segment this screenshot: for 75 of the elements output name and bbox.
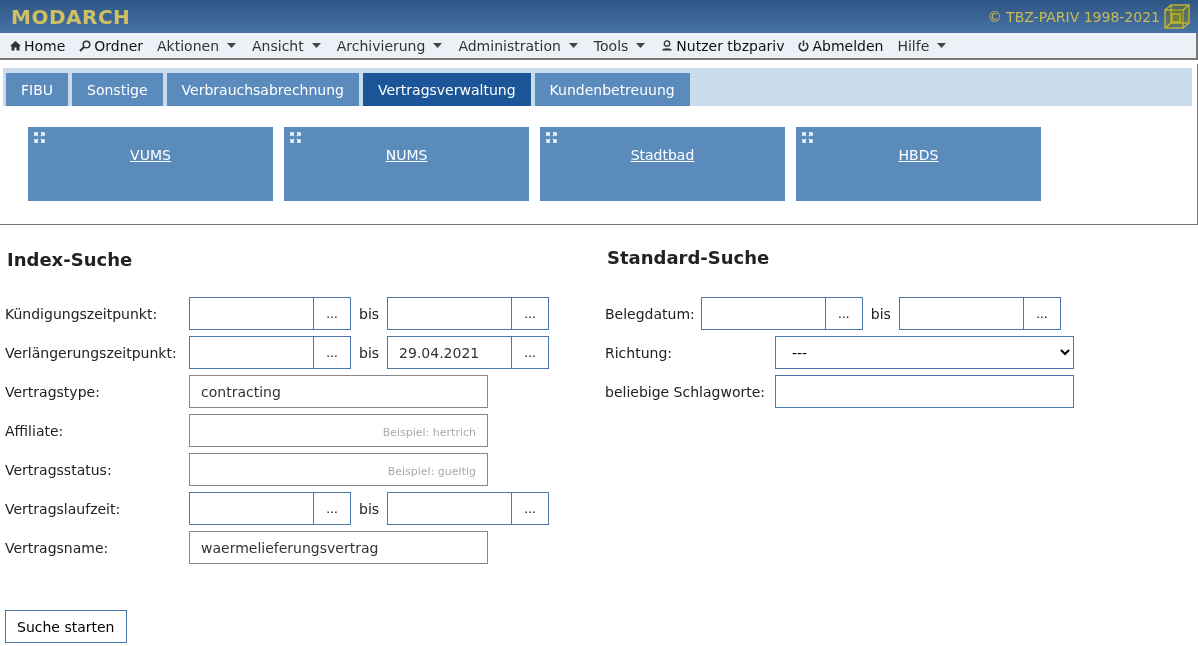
tab[interactable]: FIBU bbox=[6, 73, 69, 106]
input-field[interactable]: Beispiel: hertrich bbox=[189, 414, 488, 447]
menu-item[interactable]: Administration bbox=[458, 37, 578, 54]
tab[interactable]: Kundenbetreuung bbox=[534, 73, 690, 106]
input-field[interactable] bbox=[898, 297, 1024, 330]
copyright: © TBZ-PARIV 1998-2021 bbox=[987, 8, 1160, 25]
menu-item[interactable]: Nutzer tbzpariv bbox=[661, 37, 785, 54]
field-label: Verlängerungszeitpunkt: bbox=[5, 344, 178, 361]
menu-item[interactable]: Archivierung bbox=[336, 37, 443, 54]
power-icon bbox=[798, 39, 810, 52]
range-separator: bis bbox=[359, 500, 380, 517]
field-label: Richtung: bbox=[605, 344, 674, 361]
field-label: Belegdatum: bbox=[605, 305, 695, 322]
input-field[interactable]: contracting bbox=[189, 375, 488, 408]
date-picker-button[interactable]: ... bbox=[512, 297, 550, 330]
section-title: Standard-Suche bbox=[607, 247, 771, 267]
tile-link[interactable]: Stadtbad bbox=[630, 147, 695, 163]
field-label: Vertragsname: bbox=[5, 539, 110, 556]
range-separator: bis bbox=[870, 305, 891, 322]
input-field[interactable] bbox=[775, 375, 1074, 408]
range-separator: bis bbox=[359, 305, 380, 322]
caret-icon bbox=[568, 43, 578, 48]
field-label: beliebige Schlagworte: bbox=[605, 383, 767, 400]
input-field[interactable] bbox=[189, 297, 314, 330]
section-title: Index-Suche bbox=[7, 249, 134, 269]
input-field[interactable]: waermelieferungsvertrag bbox=[189, 531, 488, 564]
input-field[interactable] bbox=[700, 297, 826, 330]
tile-link[interactable]: VUMS bbox=[130, 147, 171, 163]
input-field[interactable] bbox=[387, 297, 513, 330]
date-picker-button[interactable]: ... bbox=[825, 297, 863, 330]
date-picker-button[interactable]: ... bbox=[314, 336, 351, 369]
input-field[interactable]: Beispiel: gueltig bbox=[189, 453, 488, 486]
expand-icon[interactable] bbox=[546, 132, 557, 143]
date-picker-button[interactable]: ... bbox=[314, 492, 351, 525]
menu-item[interactable]: Hilfe bbox=[897, 37, 947, 54]
input-field[interactable]: 29.04.2021 bbox=[387, 336, 513, 369]
field-label: Vertragstype: bbox=[5, 383, 101, 400]
tab[interactable]: Vertragsverwaltung bbox=[362, 73, 531, 106]
caret-icon bbox=[937, 43, 947, 48]
menu-item[interactable]: Ordner bbox=[79, 37, 143, 54]
logo: MODARCH bbox=[11, 4, 131, 29]
date-picker-button[interactable]: ... bbox=[512, 492, 550, 525]
cube-icon bbox=[1164, 3, 1190, 30]
input-field[interactable] bbox=[387, 492, 513, 525]
expand-icon[interactable] bbox=[34, 132, 45, 143]
tab[interactable]: Verbrauchsabrechnung bbox=[166, 73, 359, 106]
input-field[interactable] bbox=[189, 336, 314, 369]
field-label: Vertragslaufzeit: bbox=[5, 500, 122, 517]
search-icon bbox=[79, 39, 92, 52]
date-picker-button[interactable]: ... bbox=[1023, 297, 1061, 330]
field-label: Affiliate: bbox=[5, 422, 65, 439]
menu-item[interactable]: Home bbox=[10, 37, 66, 54]
expand-icon[interactable] bbox=[802, 132, 813, 143]
tab[interactable]: Sonstige bbox=[72, 73, 163, 106]
date-picker-button[interactable]: ... bbox=[314, 297, 351, 330]
input-field[interactable] bbox=[189, 492, 314, 525]
caret-icon bbox=[311, 43, 321, 48]
search-button[interactable]: Suche starten bbox=[5, 610, 127, 643]
user-icon bbox=[661, 40, 674, 51]
caret-icon bbox=[227, 43, 236, 48]
menu-item[interactable]: Tools bbox=[593, 37, 646, 54]
select-field[interactable]: --- bbox=[775, 336, 1074, 369]
menu-item[interactable]: Ansicht bbox=[252, 37, 321, 54]
field-label: Kündigungszeitpunkt: bbox=[5, 305, 159, 322]
expand-icon[interactable] bbox=[290, 132, 301, 143]
date-picker-button[interactable]: ... bbox=[512, 336, 550, 369]
range-separator: bis bbox=[359, 344, 380, 361]
caret-icon bbox=[636, 43, 646, 48]
field-label: Vertragsstatus: bbox=[5, 461, 113, 478]
home-icon bbox=[10, 40, 21, 51]
menu-item[interactable]: Aktionen bbox=[157, 37, 236, 54]
tile-link[interactable]: NUMS bbox=[385, 147, 428, 163]
caret-icon bbox=[433, 43, 443, 48]
tile-link[interactable]: HBDS bbox=[898, 147, 939, 163]
menu-item[interactable]: Abmelden bbox=[798, 37, 884, 54]
